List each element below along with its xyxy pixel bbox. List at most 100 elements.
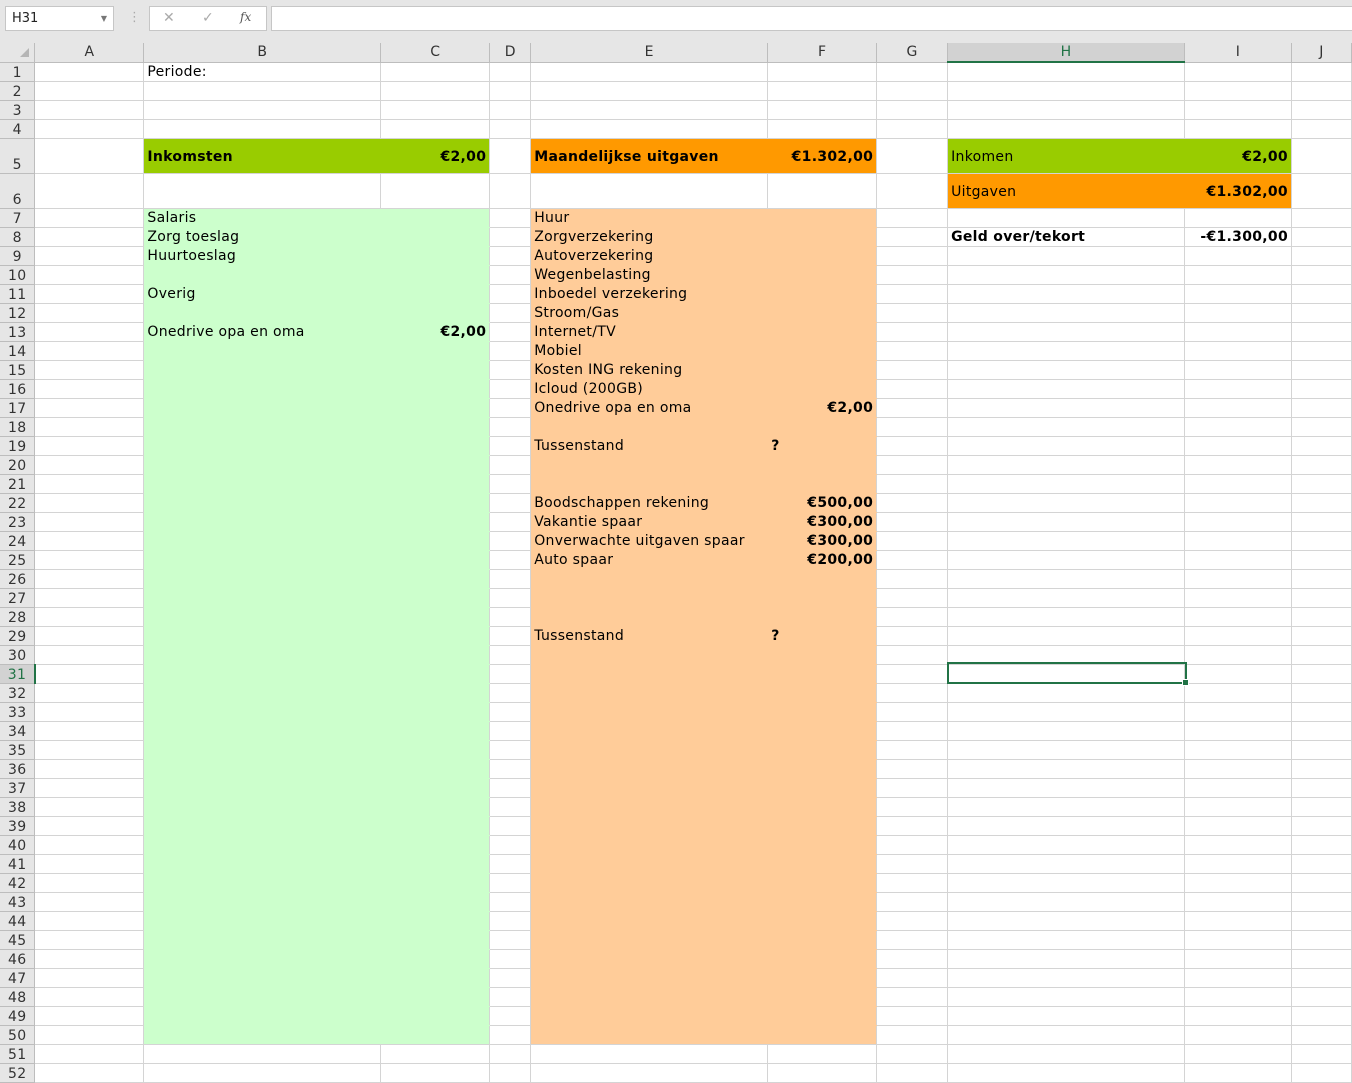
- cell-d35[interactable]: [489, 740, 532, 760]
- cell-d17[interactable]: [489, 398, 532, 418]
- cell-f51[interactable]: [767, 1044, 878, 1064]
- cell-j27[interactable]: [1291, 588, 1352, 608]
- cell-c9[interactable]: [380, 246, 491, 266]
- cell-g16[interactable]: [876, 379, 949, 399]
- cell-c42[interactable]: [380, 873, 491, 893]
- cell-j32[interactable]: [1291, 683, 1352, 703]
- cell-c24[interactable]: [380, 531, 491, 551]
- cell-i51[interactable]: [1184, 1044, 1292, 1064]
- row-header-25[interactable]: 25: [0, 550, 36, 570]
- cell-j35[interactable]: [1291, 740, 1352, 760]
- cell-e17[interactable]: Onedrive opa en oma: [530, 398, 769, 418]
- row-header-33[interactable]: 33: [0, 702, 36, 722]
- cell-i34[interactable]: [1184, 721, 1292, 741]
- cell-c8[interactable]: [380, 227, 491, 247]
- cell-d20[interactable]: [489, 455, 532, 475]
- cell-a7[interactable]: [34, 208, 145, 228]
- row-header-49[interactable]: 49: [0, 1006, 36, 1026]
- cell-d10[interactable]: [489, 265, 532, 285]
- cell-b13[interactable]: Onedrive opa en oma: [143, 322, 382, 342]
- cell-a5[interactable]: [34, 138, 145, 174]
- cell-h21[interactable]: [947, 474, 1185, 494]
- cell-e36[interactable]: [530, 759, 769, 779]
- cell-d22[interactable]: [489, 493, 532, 513]
- cell-i16[interactable]: [1184, 379, 1292, 399]
- cell-a50[interactable]: [34, 1025, 145, 1045]
- cell-d21[interactable]: [489, 474, 532, 494]
- cell-j2[interactable]: [1291, 81, 1352, 101]
- row-header-13[interactable]: 13: [0, 322, 36, 342]
- cell-e34[interactable]: [530, 721, 769, 741]
- cell-g36[interactable]: [876, 759, 949, 779]
- cell-i18[interactable]: [1184, 417, 1292, 437]
- cell-b20[interactable]: [143, 455, 382, 475]
- cell-j15[interactable]: [1291, 360, 1352, 380]
- cell-g3[interactable]: [876, 100, 949, 120]
- cell-b12[interactable]: [143, 303, 382, 323]
- row-header-34[interactable]: 34: [0, 721, 36, 741]
- cell-i12[interactable]: [1184, 303, 1292, 323]
- cell-j30[interactable]: [1291, 645, 1352, 665]
- cell-e20[interactable]: [530, 455, 769, 475]
- cell-c50[interactable]: [380, 1025, 491, 1045]
- cell-g24[interactable]: [876, 531, 949, 551]
- cell-a37[interactable]: [34, 778, 145, 798]
- cell-b22[interactable]: [143, 493, 382, 513]
- cell-i7[interactable]: [1184, 208, 1292, 228]
- cell-a8[interactable]: [34, 227, 145, 247]
- cell-f8[interactable]: [767, 227, 878, 247]
- cell-i43[interactable]: [1184, 892, 1292, 912]
- cell-h2[interactable]: [947, 81, 1185, 101]
- cell-f38[interactable]: [767, 797, 878, 817]
- row-header-19[interactable]: 19: [0, 436, 36, 456]
- cell-i15[interactable]: [1184, 360, 1292, 380]
- cell-a39[interactable]: [34, 816, 145, 836]
- cell-a22[interactable]: [34, 493, 145, 513]
- cell-g5[interactable]: [876, 138, 949, 174]
- cell-e27[interactable]: [530, 588, 769, 608]
- cell-c35[interactable]: [380, 740, 491, 760]
- cell-i5[interactable]: €2,00: [1184, 138, 1292, 174]
- cell-b38[interactable]: [143, 797, 382, 817]
- cell-e19[interactable]: Tussenstand: [530, 436, 769, 456]
- cell-f50[interactable]: [767, 1025, 878, 1045]
- cell-j6[interactable]: [1291, 173, 1352, 209]
- cell-g28[interactable]: [876, 607, 949, 627]
- cell-h40[interactable]: [947, 835, 1185, 855]
- cell-e31[interactable]: [530, 664, 769, 684]
- cell-h27[interactable]: [947, 588, 1185, 608]
- cell-a45[interactable]: [34, 930, 145, 950]
- cell-c48[interactable]: [380, 987, 491, 1007]
- cell-e50[interactable]: [530, 1025, 769, 1045]
- cell-c16[interactable]: [380, 379, 491, 399]
- cell-a32[interactable]: [34, 683, 145, 703]
- cell-j16[interactable]: [1291, 379, 1352, 399]
- cell-d14[interactable]: [489, 341, 532, 361]
- cell-b15[interactable]: [143, 360, 382, 380]
- cell-f46[interactable]: [767, 949, 878, 969]
- cell-b6[interactable]: [143, 173, 382, 209]
- cell-a36[interactable]: [34, 759, 145, 779]
- cell-g19[interactable]: [876, 436, 949, 456]
- cell-c52[interactable]: [380, 1063, 491, 1083]
- row-header-43[interactable]: 43: [0, 892, 36, 912]
- cell-d36[interactable]: [489, 759, 532, 779]
- cell-e13[interactable]: Internet/TV: [530, 322, 769, 342]
- cell-e14[interactable]: Mobiel: [530, 341, 769, 361]
- cell-c33[interactable]: [380, 702, 491, 722]
- cell-b37[interactable]: [143, 778, 382, 798]
- cell-b43[interactable]: [143, 892, 382, 912]
- row-header-38[interactable]: 38: [0, 797, 36, 817]
- cell-f29[interactable]: ?: [767, 626, 878, 646]
- cell-b16[interactable]: [143, 379, 382, 399]
- cell-e11[interactable]: Inboedel verzekering: [530, 284, 769, 304]
- cell-h7[interactable]: [947, 208, 1185, 228]
- cell-d46[interactable]: [489, 949, 532, 969]
- cell-h32[interactable]: [947, 683, 1185, 703]
- cell-i22[interactable]: [1184, 493, 1292, 513]
- cell-g44[interactable]: [876, 911, 949, 931]
- cell-e10[interactable]: Wegenbelasting: [530, 265, 769, 285]
- cell-e30[interactable]: [530, 645, 769, 665]
- cell-i17[interactable]: [1184, 398, 1292, 418]
- cell-j40[interactable]: [1291, 835, 1352, 855]
